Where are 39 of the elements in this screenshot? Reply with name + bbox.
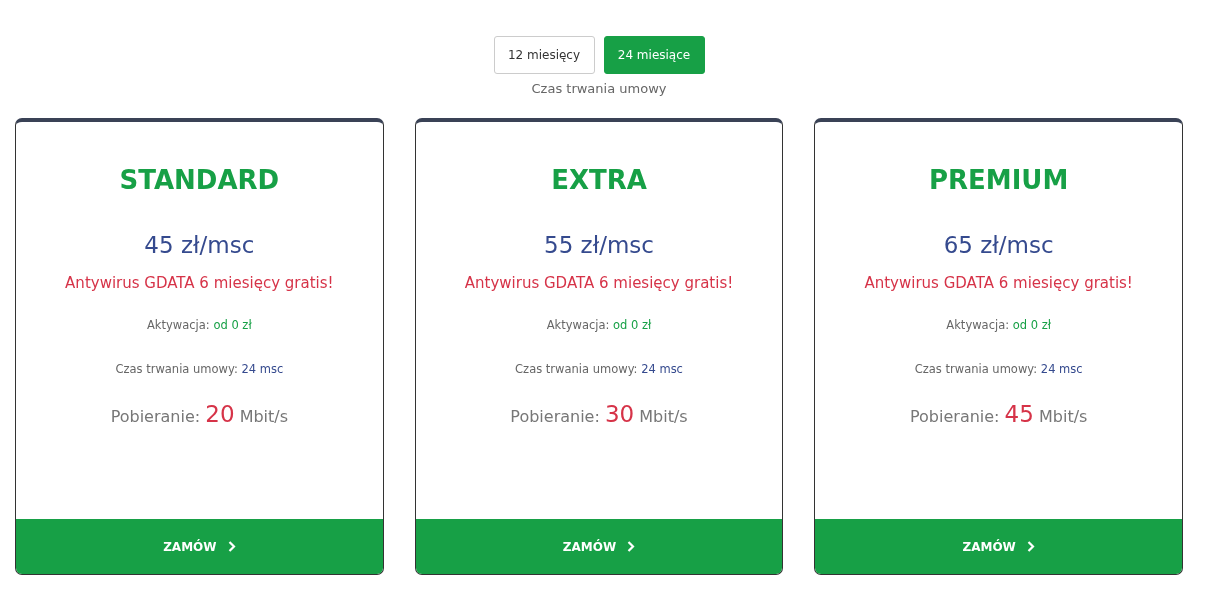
toggle-caption: Czas trwania umowy [531, 81, 667, 96]
download-unit: Mbit/s [239, 407, 289, 426]
contract-value: 24 msc [641, 362, 683, 376]
chevron-right-icon [227, 541, 236, 552]
plan-price: 45 zł/msc [144, 232, 255, 258]
download-speed: 20 [205, 401, 235, 427]
plan-name: PREMIUM [929, 165, 1069, 195]
plan-price: 55 zł/msc [544, 232, 654, 258]
plan-name: STANDARD [119, 165, 280, 195]
order-button[interactable]: ZAMÓW [815, 519, 1182, 574]
plan-name: EXTRA [551, 165, 647, 195]
activation-label: Aktywacja: [546, 318, 610, 332]
download-label: Pobieranie: [510, 407, 600, 426]
promo-text: Antywirus GDATA 6 miesięcy gratis! [864, 274, 1133, 292]
download-unit: Mbit/s [639, 407, 688, 426]
plan-price: 65 zł/msc [943, 232, 1054, 258]
chevron-right-icon [1026, 541, 1035, 552]
contract-value: 24 msc [241, 362, 284, 376]
promo-text: Antywirus GDATA 6 miesięcy gratis! [464, 274, 734, 292]
download-speed: 30 [604, 401, 635, 427]
download-label: Pobieranie: [910, 407, 1000, 426]
period-option[interactable]: 12 miesięcy [493, 36, 595, 74]
download-label: Pobieranie: [110, 407, 201, 426]
order-button[interactable]: ZAMÓW [16, 519, 383, 574]
download-speed: 45 [1004, 401, 1034, 427]
contract-label: Czas trwania umowy: [115, 362, 238, 376]
chevron-right-icon [627, 541, 636, 552]
activation-value: od 0 zł [613, 318, 652, 332]
activation-label: Aktywacja: [946, 318, 1010, 332]
activation-value: od 0 zł [213, 318, 252, 332]
promo-text: Antywirus GDATA 6 miesięcy gratis! [65, 274, 334, 292]
contract-value: 24 msc [1040, 362, 1083, 376]
download-unit: Mbit/s [1038, 407, 1088, 426]
contract-label: Czas trwania umowy: [914, 362, 1038, 376]
activation-value: od 0 zł [1012, 318, 1051, 332]
activation-label: Aktywacja: [147, 318, 210, 332]
period-option[interactable]: 24 miesiące [603, 36, 705, 74]
contract-label: Czas trwania umowy: [515, 362, 638, 376]
order-button[interactable]: ZAMÓW [415, 519, 783, 574]
